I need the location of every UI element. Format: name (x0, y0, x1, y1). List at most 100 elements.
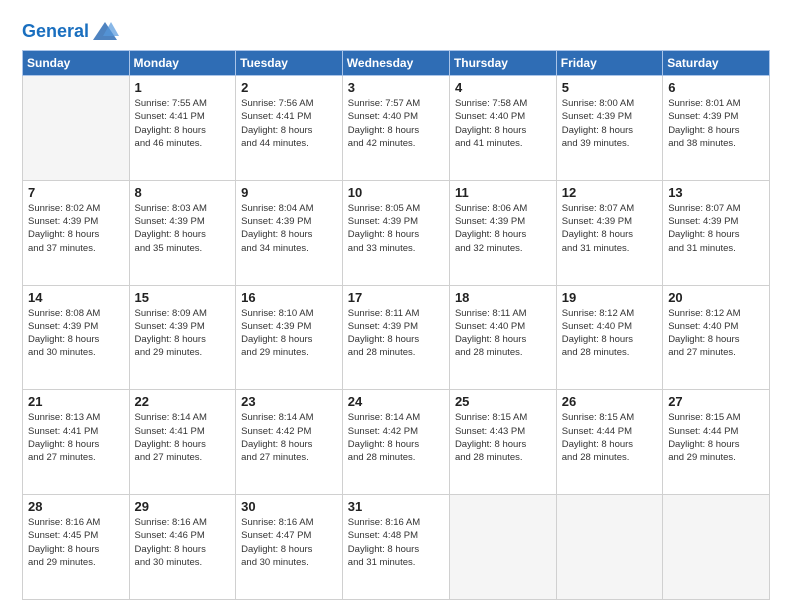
calendar-cell: 15 Sunrise: 8:09 AMSunset: 4:39 PMDayligh… (129, 285, 236, 390)
day-number: 7 (28, 185, 124, 200)
calendar-cell: 23 Sunrise: 8:14 AMSunset: 4:42 PMDayligh… (236, 390, 343, 495)
day-number: 6 (668, 80, 764, 95)
calendar-cell: 12 Sunrise: 8:07 AMSunset: 4:39 PMDayligh… (556, 180, 662, 285)
day-number: 23 (241, 394, 337, 409)
day-number: 22 (135, 394, 231, 409)
cell-info: Sunrise: 8:11 AMSunset: 4:39 PMDaylight:… (348, 307, 444, 360)
col-header-tuesday: Tuesday (236, 51, 343, 76)
calendar-week-2: 7 Sunrise: 8:02 AMSunset: 4:39 PMDaylight… (23, 180, 770, 285)
calendar-cell: 27Sunrise: 8:15 AMSunset: 4:44 PMDayligh… (663, 390, 770, 495)
calendar-cell: 25 Sunrise: 8:15 AMSunset: 4:43 PMDayligh… (449, 390, 556, 495)
calendar-cell: 7 Sunrise: 8:02 AMSunset: 4:39 PMDaylight… (23, 180, 130, 285)
col-header-thursday: Thursday (449, 51, 556, 76)
cell-info: Sunrise: 8:10 AMSunset: 4:39 PMDaylight:… (241, 307, 337, 360)
calendar-page: General SundayMondayTuesdayWednesdayThur… (0, 0, 792, 612)
calendar-cell: 4Sunrise: 7:58 AMSunset: 4:40 PMDaylight… (449, 76, 556, 181)
day-number: 11 (455, 185, 551, 200)
cell-info: Sunrise: 8:05 AMSunset: 4:39 PMDaylight:… (348, 202, 444, 255)
day-number: 18 (455, 290, 551, 305)
calendar-cell: 21 Sunrise: 8:13 AMSunset: 4:41 PMDayligh… (23, 390, 130, 495)
day-number: 15 (135, 290, 231, 305)
header-row: General (22, 18, 770, 42)
calendar-cell: 24 Sunrise: 8:14 AMSunset: 4:42 PMDayligh… (342, 390, 449, 495)
day-number: 30 (241, 499, 337, 514)
calendar-cell: 26Sunrise: 8:15 AMSunset: 4:44 PMDayligh… (556, 390, 662, 495)
cell-info: Sunrise: 8:12 AMSunset: 4:40 PMDaylight:… (668, 307, 764, 360)
day-number: 4 (455, 80, 551, 95)
col-header-friday: Friday (556, 51, 662, 76)
cell-info: Sunrise: 8:14 AMSunset: 4:42 PMDaylight:… (348, 411, 444, 464)
calendar-cell: 16 Sunrise: 8:10 AMSunset: 4:39 PMDayligh… (236, 285, 343, 390)
logo-icon (91, 18, 119, 46)
cell-info: Sunrise: 8:15 AMSunset: 4:44 PMDaylight:… (562, 411, 657, 464)
cell-info: Sunrise: 8:01 AMSunset: 4:39 PMDaylight:… (668, 97, 764, 150)
calendar-cell: 14 Sunrise: 8:08 AMSunset: 4:39 PMDayligh… (23, 285, 130, 390)
calendar-cell: 5Sunrise: 8:00 AMSunset: 4:39 PMDaylight… (556, 76, 662, 181)
calendar-header-row: SundayMondayTuesdayWednesdayThursdayFrid… (23, 51, 770, 76)
calendar-cell: 28Sunrise: 8:16 AMSunset: 4:45 PMDayligh… (23, 495, 130, 600)
calendar-week-3: 14 Sunrise: 8:08 AMSunset: 4:39 PMDayligh… (23, 285, 770, 390)
calendar-cell: 2 Sunrise: 7:56 AMSunset: 4:41 PMDaylight… (236, 76, 343, 181)
cell-info: Sunrise: 8:09 AMSunset: 4:39 PMDaylight:… (135, 307, 231, 360)
day-number: 1 (135, 80, 231, 95)
day-number: 19 (562, 290, 657, 305)
col-header-sunday: Sunday (23, 51, 130, 76)
calendar-cell: 8 Sunrise: 8:03 AMSunset: 4:39 PMDaylight… (129, 180, 236, 285)
day-number: 10 (348, 185, 444, 200)
day-number: 13 (668, 185, 764, 200)
logo-text: General (22, 22, 89, 42)
cell-info: Sunrise: 8:16 AMSunset: 4:45 PMDaylight:… (28, 516, 124, 569)
calendar-cell (449, 495, 556, 600)
day-number: 9 (241, 185, 337, 200)
calendar-cell: 18 Sunrise: 8:11 AMSunset: 4:40 PMDayligh… (449, 285, 556, 390)
calendar-cell: 29 Sunrise: 8:16 AMSunset: 4:46 PMDayligh… (129, 495, 236, 600)
day-number: 3 (348, 80, 444, 95)
calendar-cell: 11 Sunrise: 8:06 AMSunset: 4:39 PMDayligh… (449, 180, 556, 285)
calendar-cell: 31 Sunrise: 8:16 AMSunset: 4:48 PMDayligh… (342, 495, 449, 600)
col-header-saturday: Saturday (663, 51, 770, 76)
calendar-week-5: 28Sunrise: 8:16 AMSunset: 4:45 PMDayligh… (23, 495, 770, 600)
cell-info: Sunrise: 8:14 AMSunset: 4:42 PMDaylight:… (241, 411, 337, 464)
day-number: 8 (135, 185, 231, 200)
calendar-cell (556, 495, 662, 600)
day-number: 24 (348, 394, 444, 409)
calendar-cell: 17 Sunrise: 8:11 AMSunset: 4:39 PMDayligh… (342, 285, 449, 390)
calendar-week-4: 21 Sunrise: 8:13 AMSunset: 4:41 PMDayligh… (23, 390, 770, 495)
cell-info: Sunrise: 8:14 AMSunset: 4:41 PMDaylight:… (135, 411, 231, 464)
cell-info: Sunrise: 8:15 AMSunset: 4:43 PMDaylight:… (455, 411, 551, 464)
cell-info: Sunrise: 8:03 AMSunset: 4:39 PMDaylight:… (135, 202, 231, 255)
cell-info: Sunrise: 7:56 AMSunset: 4:41 PMDaylight:… (241, 97, 337, 150)
cell-info: Sunrise: 8:04 AMSunset: 4:39 PMDaylight:… (241, 202, 337, 255)
cell-info: Sunrise: 8:07 AMSunset: 4:39 PMDaylight:… (668, 202, 764, 255)
cell-info: Sunrise: 8:11 AMSunset: 4:40 PMDaylight:… (455, 307, 551, 360)
calendar-cell: 22 Sunrise: 8:14 AMSunset: 4:41 PMDayligh… (129, 390, 236, 495)
calendar-cell: 3 Sunrise: 7:57 AMSunset: 4:40 PMDaylight… (342, 76, 449, 181)
calendar-week-1: 1 Sunrise: 7:55 AMSunset: 4:41 PMDaylight… (23, 76, 770, 181)
day-number: 17 (348, 290, 444, 305)
day-number: 27 (668, 394, 764, 409)
day-number: 20 (668, 290, 764, 305)
cell-info: Sunrise: 8:16 AMSunset: 4:47 PMDaylight:… (241, 516, 337, 569)
calendar-table: SundayMondayTuesdayWednesdayThursdayFrid… (22, 50, 770, 600)
cell-info: Sunrise: 7:57 AMSunset: 4:40 PMDaylight:… (348, 97, 444, 150)
cell-info: Sunrise: 8:08 AMSunset: 4:39 PMDaylight:… (28, 307, 124, 360)
calendar-cell: 13 Sunrise: 8:07 AMSunset: 4:39 PMDayligh… (663, 180, 770, 285)
cell-info: Sunrise: 8:06 AMSunset: 4:39 PMDaylight:… (455, 202, 551, 255)
cell-info: Sunrise: 8:13 AMSunset: 4:41 PMDaylight:… (28, 411, 124, 464)
day-number: 16 (241, 290, 337, 305)
day-number: 31 (348, 499, 444, 514)
cell-info: Sunrise: 8:07 AMSunset: 4:39 PMDaylight:… (562, 202, 657, 255)
day-number: 14 (28, 290, 124, 305)
day-number: 12 (562, 185, 657, 200)
day-number: 29 (135, 499, 231, 514)
day-number: 5 (562, 80, 657, 95)
cell-info: Sunrise: 8:16 AMSunset: 4:48 PMDaylight:… (348, 516, 444, 569)
calendar-cell (23, 76, 130, 181)
day-number: 2 (241, 80, 337, 95)
cell-info: Sunrise: 8:02 AMSunset: 4:39 PMDaylight:… (28, 202, 124, 255)
day-number: 25 (455, 394, 551, 409)
day-number: 21 (28, 394, 124, 409)
cell-info: Sunrise: 7:55 AMSunset: 4:41 PMDaylight:… (135, 97, 231, 150)
calendar-cell: 1 Sunrise: 7:55 AMSunset: 4:41 PMDaylight… (129, 76, 236, 181)
cell-info: Sunrise: 8:16 AMSunset: 4:46 PMDaylight:… (135, 516, 231, 569)
